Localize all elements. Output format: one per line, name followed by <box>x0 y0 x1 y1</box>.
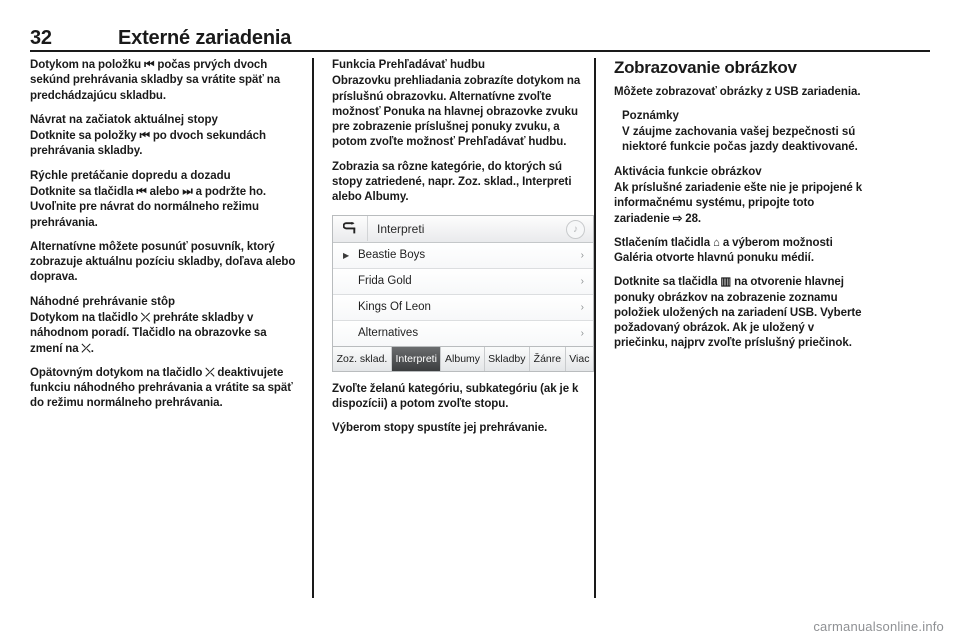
artist-list: ▶ Beastie Boys › Frida Gold › Kings Of L… <box>333 242 593 346</box>
paragraph-pictures-intro: Môžete zobrazovať obrázky z USB zariaden… <box>614 85 861 98</box>
column-middle: Funkcia Prehľadávať hudbu Obrazovku preh… <box>312 58 594 598</box>
tab-genres[interactable]: Žánre <box>530 346 566 371</box>
paragraph-connect-device: Ak príslušné zariadenie ešte nie je prip… <box>614 181 863 225</box>
screenshot-title-bar: Interpreti ♪ <box>333 215 593 243</box>
paragraph-shuffle-off: Opätovným dotykom na tlačidlo ⤫ deaktivu… <box>30 366 293 410</box>
column-layout: Dotykom na položku ⏮ počas prvých dvoch … <box>30 58 930 598</box>
list-item[interactable]: Alternatives › <box>333 320 593 346</box>
screenshot-tab-bar: Zoz. sklad. Interpreti Albumy Skladby Žá… <box>333 345 593 371</box>
play-indicator-icon: ▶ <box>343 250 350 260</box>
list-item-label: Frida Gold <box>358 275 412 288</box>
paragraph-select-track: Výberom stopy spustíte jej prehrávanie. <box>332 422 548 435</box>
paragraph-fast-forward-rewind: Dotknite sa tlačidla ⏮ alebo ⏭ a podržte… <box>30 185 267 229</box>
heading-fast-forward-rewind: Rýchle pretáčanie dopredu a dozadu <box>30 169 231 182</box>
music-note-icon: ♪ <box>566 219 585 239</box>
paragraph-open-picture-menu: Dotknite sa tlačidla ▥ na otvorenie hlav… <box>614 276 862 350</box>
paragraph-browse-music-1: Obrazovku prehliadania zobrazíte dotykom… <box>332 75 581 149</box>
paragraph-shuffle-on: Dotykom na tlačidlo ⤫ prehráte skladby v… <box>30 311 267 355</box>
screenshot-title: Interpreti <box>377 221 425 236</box>
paragraph-return-to-start: Dotknite sa položky ⏮ po dvoch sekundách… <box>30 130 266 158</box>
list-item-label: Beastie Boys <box>358 249 426 262</box>
paragraph-select-category: Zvoľte želanú kategóriu, subkategóriu (a… <box>332 382 579 410</box>
note-heading: Poznámky <box>622 109 679 122</box>
tab-artists[interactable]: Interpreti <box>391 346 442 371</box>
chevron-right-icon: › <box>580 301 584 313</box>
chevron-right-icon: › <box>580 275 584 287</box>
back-arrow-icon[interactable] <box>333 216 368 242</box>
chapter-title: Externé zariadenia <box>118 27 292 49</box>
heading-return-to-start: Návrat na začiatok aktuálnej stopy <box>30 113 218 126</box>
paragraph-previous-track: Dotykom na položku ⏮ počas prvých dvoch … <box>30 59 281 102</box>
chevron-right-icon: › <box>580 249 584 261</box>
site-watermark: carmanualsonline.info <box>813 619 944 634</box>
section-title-pictures: Zobrazovanie obrázkov <box>614 58 797 77</box>
header-rule <box>30 50 930 52</box>
list-item[interactable]: Frida Gold › <box>333 268 593 295</box>
list-item-label: Kings Of Leon <box>358 301 431 314</box>
paragraph-open-gallery: Stlačením tlačidla ⌂ a výberom možnosti … <box>614 236 833 265</box>
chevron-right-icon: › <box>580 327 584 339</box>
page-number: 32 <box>30 27 52 49</box>
list-item-label: Alternatives <box>358 327 419 340</box>
tab-more[interactable]: Viac <box>566 347 593 371</box>
list-item[interactable]: ▶ Beastie Boys › <box>333 242 593 269</box>
list-item[interactable]: Kings Of Leon › <box>333 294 593 321</box>
infotainment-screenshot: Interpreti ♪ ▶ Beastie Boys › Frida Gold… <box>332 214 594 372</box>
tab-playlists[interactable]: Zoz. sklad. <box>333 346 392 371</box>
paragraph-slider-alternative: Alternatívne môžete posunúť posuvník, kt… <box>30 240 296 284</box>
tab-albums[interactable]: Albumy <box>441 346 485 371</box>
heading-shuffle: Náhodné prehrávanie stôp <box>30 295 176 308</box>
column-left: Dotykom na položku ⏮ počas prvých dvoch … <box>30 58 312 598</box>
paragraph-browse-music-2: Zobrazia sa rôzne kategórie, do ktorých … <box>332 160 572 204</box>
heading-activate-pictures: Aktivácia funkcie obrázkov <box>614 165 762 178</box>
running-head: 32 Externé zariadenia <box>30 18 930 48</box>
heading-browse-music: Funkcia Prehľadávať hudbu <box>332 59 486 71</box>
manual-page: 32 Externé zariadenia Dotykom na položku… <box>0 0 960 642</box>
note-body: V záujme zachovania vašej bezpečnosti sú… <box>622 126 858 154</box>
column-right: Zobrazovanie obrázkov Môžete zobrazovať … <box>594 58 876 598</box>
tab-songs[interactable]: Skladby <box>485 346 531 371</box>
